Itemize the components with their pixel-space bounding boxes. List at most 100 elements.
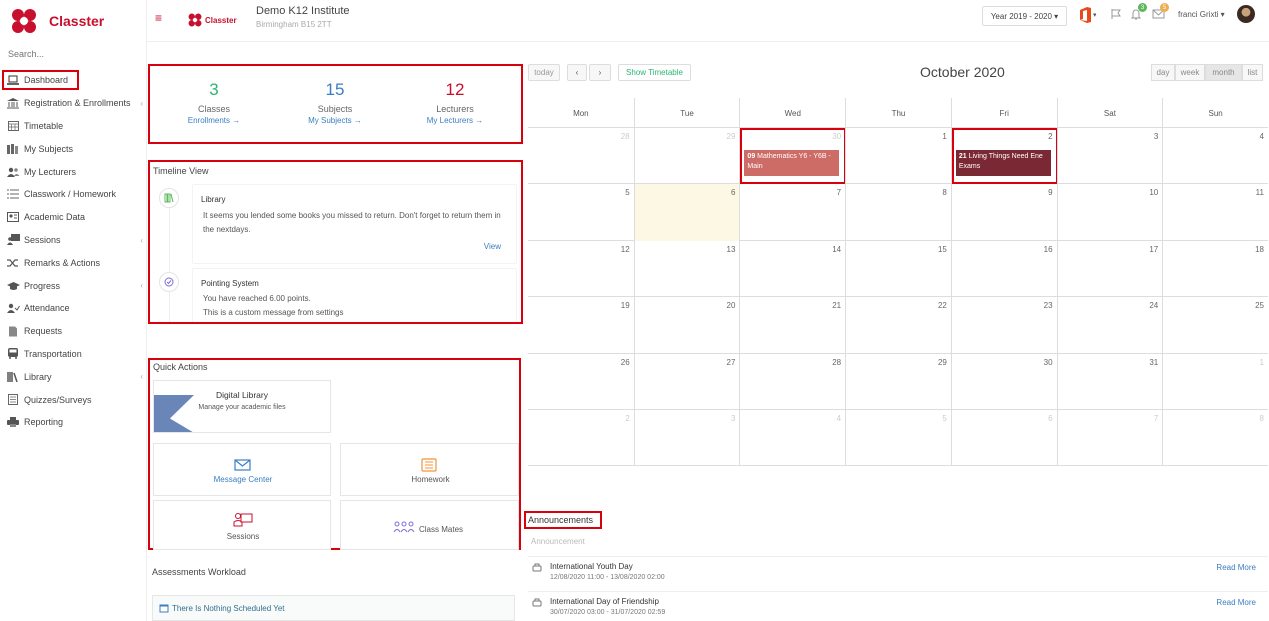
stat-link[interactable]: My Subjects → xyxy=(275,116,395,125)
class-mates-button[interactable]: Class Mates xyxy=(340,500,519,550)
sidebar-item-classwork-homework[interactable]: Classwork / Homework xyxy=(0,183,147,206)
sidebar-item-my-lecturers[interactable]: My Lecturers xyxy=(0,160,147,183)
sidebar-item-quizzes-surveys[interactable]: Quizzes/Surveys xyxy=(0,388,147,411)
flag-icon[interactable] xyxy=(1110,8,1122,22)
prev-button[interactable]: ‹ xyxy=(567,64,587,81)
calendar-day-cell[interactable]: 9 xyxy=(950,184,1057,241)
calendar-day-cell[interactable]: 2 21 Living Things Need Ene Exams xyxy=(950,128,1058,185)
day-number: 23 xyxy=(1043,301,1053,311)
announcement-date: 12/08/2020 11:00 - 13/08/2020 02:00 xyxy=(550,574,665,581)
calendar-day-cell[interactable]: 15 xyxy=(845,240,951,298)
stat-link[interactable]: My Lecturers → xyxy=(395,116,515,125)
calendar-day-cell[interactable]: 4 xyxy=(739,410,845,467)
calendar-day-cell[interactable]: 23 xyxy=(950,297,1057,354)
calendar-day-cell[interactable]: 1 xyxy=(845,128,951,185)
calendar-day-cell[interactable]: 17 xyxy=(1056,240,1163,298)
day-number: 27 xyxy=(726,357,736,367)
avatar[interactable] xyxy=(1237,5,1255,23)
read-more-link[interactable]: Read More xyxy=(1216,563,1256,572)
calendar-day-cell[interactable]: 3 xyxy=(1056,128,1163,185)
day-number: 25 xyxy=(1255,301,1264,311)
calendar-day-cell[interactable]: 10 xyxy=(1056,184,1163,241)
sidebar-item-registration-enrollments[interactable]: Registration & Enrollments ‹ xyxy=(0,92,147,115)
calendar-day-cell[interactable]: 28 xyxy=(528,128,634,184)
sidebar-item-sessions[interactable]: Sessions ‹ xyxy=(0,229,147,252)
user-menu[interactable]: franci Grixti ▾ xyxy=(1178,10,1225,19)
calendar-day-cell[interactable]: 6 xyxy=(950,410,1057,467)
calendar-day-cell[interactable]: 5 xyxy=(845,410,951,467)
message-center-button[interactable]: Message Center xyxy=(153,443,331,496)
menu-toggle-icon[interactable]: ≡ xyxy=(155,11,162,25)
assessments-title: Assessments Workload xyxy=(152,567,246,577)
calendar-day-cell[interactable]: 7 xyxy=(1056,410,1163,467)
weekday-header: Mon xyxy=(573,108,589,118)
calendar-day-cell[interactable]: 20 xyxy=(633,297,740,354)
calendar-day-cell[interactable]: 28 xyxy=(739,353,845,410)
sidebar-item-my-subjects[interactable]: My Subjects xyxy=(0,137,147,160)
calendar-day-cell[interactable]: 25 xyxy=(1162,297,1268,354)
calendar-day-cell[interactable]: 4 xyxy=(1162,128,1268,185)
calendar-week-row: 28 29 30 09 Mathematics Y6 - Y6B - Main 1 2 21… xyxy=(528,128,1268,185)
office-icon[interactable]: ▾ xyxy=(1078,7,1097,25)
calendar-day-cell[interactable]: 13 xyxy=(633,240,740,298)
calendar-day-cell[interactable]: 31 xyxy=(1056,353,1163,410)
calendar-day-cell[interactable]: 8 xyxy=(845,184,951,241)
sidebar-item-library[interactable]: Library ‹ xyxy=(0,365,147,388)
sidebar-item-timetable[interactable]: Timetable xyxy=(0,115,147,138)
sidebar-item-progress[interactable]: Progress ‹ xyxy=(0,274,147,297)
calendar-day-cell[interactable]: 26 xyxy=(528,354,634,410)
calendar-day-cell[interactable]: 5 xyxy=(528,184,634,240)
calendar-icon xyxy=(159,603,169,613)
messages-badge: 5 xyxy=(1160,3,1169,12)
sidebar-item-reporting[interactable]: Reporting xyxy=(0,411,147,434)
view-day-button[interactable]: day xyxy=(1151,64,1175,81)
calendar-day-cell[interactable]: 6 xyxy=(633,184,740,241)
stat-link[interactable]: Enrollments → xyxy=(154,116,274,125)
calendar-day-cell[interactable]: 11 xyxy=(1162,184,1268,241)
sidebar-item-dashboard[interactable]: Dashboard xyxy=(0,69,147,92)
calendar-day-cell[interactable]: 14 xyxy=(739,240,845,298)
view-link[interactable]: View xyxy=(484,242,501,251)
calendar-day-cell[interactable]: 3 xyxy=(633,410,740,467)
calendar-day-cell[interactable]: 29 xyxy=(633,128,740,185)
school-name: Demo K12 Institute xyxy=(256,5,350,17)
assessments-empty-state: There Is Nothing Scheduled Yet xyxy=(152,595,515,621)
calendar-day-cell[interactable]: 30 09 Mathematics Y6 - Y6B - Main xyxy=(739,128,847,185)
calendar-day-cell[interactable]: 16 xyxy=(950,240,1057,298)
view-list-button[interactable]: list xyxy=(1242,64,1263,81)
calendar-day-cell[interactable]: 27 xyxy=(633,353,740,410)
calendar-day-cell[interactable]: 29 xyxy=(845,353,951,410)
next-button[interactable]: › xyxy=(589,64,611,81)
sidebar-item-remarks-actions[interactable]: Remarks & Actions xyxy=(0,251,147,274)
year-select[interactable]: Year 2019 - 2020 ▾ xyxy=(982,6,1067,26)
day-number: 6 xyxy=(1048,414,1053,423)
digital-library-card[interactable]: Digital Library Manage your academic fil… xyxy=(153,380,331,433)
sidebar-item-requests[interactable]: Requests xyxy=(0,320,147,343)
calendar-day-cell[interactable]: 1 xyxy=(1162,353,1268,410)
calendar-day-cell[interactable]: 7 xyxy=(739,184,845,241)
sidebar-search-input[interactable] xyxy=(8,49,138,59)
sidebar-item-label: My Subjects xyxy=(24,143,74,154)
show-timetable-button[interactable]: Show Timetable xyxy=(618,64,691,81)
calendar-day-cell[interactable]: 12 xyxy=(528,241,634,297)
sessions-button[interactable]: Sessions xyxy=(153,500,331,550)
sidebar-item-transportation[interactable]: Transportation xyxy=(0,343,147,366)
sidebar-item-academic-data[interactable]: Academic Data xyxy=(0,206,147,229)
calendar-week-row: 19 20 21 22 23 24 25 xyxy=(528,297,1268,354)
calendar-day-cell[interactable]: 8 xyxy=(1162,410,1268,467)
read-more-link[interactable]: Read More xyxy=(1216,598,1256,607)
sidebar-item-attendance[interactable]: Attendance xyxy=(0,297,147,320)
calendar-day-cell[interactable]: 21 xyxy=(739,297,845,354)
calendar-day-cell[interactable]: 19 xyxy=(528,297,634,353)
calendar-day-cell[interactable]: 24 xyxy=(1056,297,1163,354)
brand-logo[interactable]: Classter xyxy=(11,7,104,35)
today-button[interactable]: today xyxy=(528,64,560,81)
calendar-day-cell[interactable]: 30 xyxy=(950,353,1057,410)
homework-button[interactable]: Homework xyxy=(340,443,519,496)
view-month-button[interactable]: month xyxy=(1205,64,1242,81)
view-week-button[interactable]: week xyxy=(1175,64,1205,81)
document-icon xyxy=(6,325,20,337)
calendar-day-cell[interactable]: 22 xyxy=(845,297,951,354)
calendar-day-cell[interactable]: 18 xyxy=(1162,240,1268,298)
calendar-day-cell[interactable]: 2 xyxy=(528,410,634,466)
